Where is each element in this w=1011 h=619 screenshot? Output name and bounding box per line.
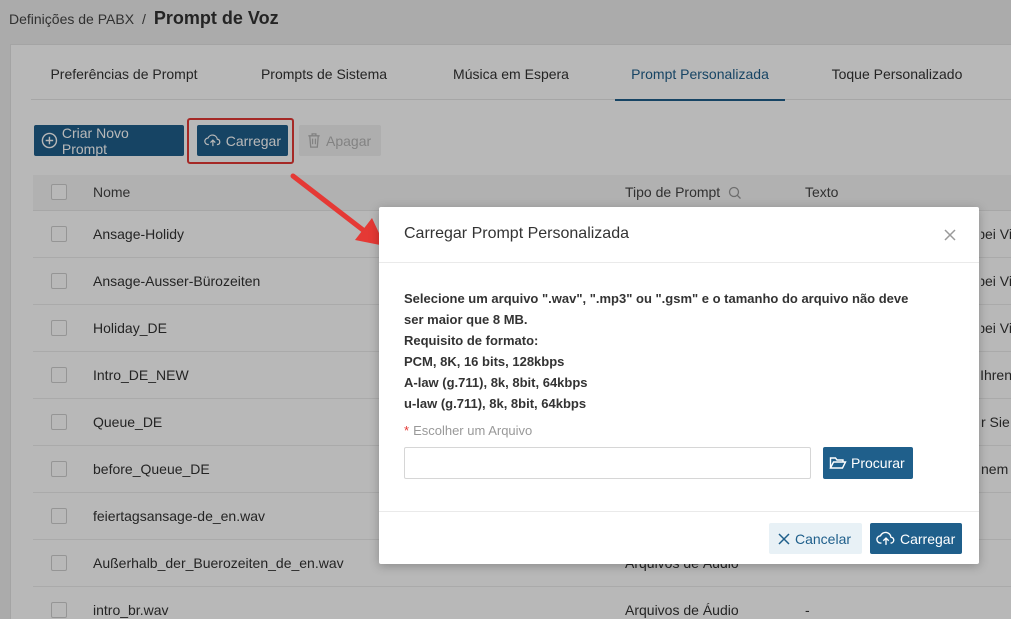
close-icon[interactable]	[942, 227, 958, 243]
file-path-input[interactable]	[404, 447, 811, 479]
upload-dialog: Carregar Prompt Personalizada Selecione …	[379, 207, 979, 564]
folder-open-icon	[829, 457, 847, 469]
instruction-line: PCM, 8K, 16 bits, 128kbps	[404, 354, 565, 369]
browse-label: Procurar	[851, 455, 905, 471]
cancel-label: Cancelar	[795, 530, 852, 547]
dialog-footer: Cancelar Carregar	[379, 511, 979, 564]
cloud-upload-icon	[876, 531, 895, 545]
instruction-line: u-law (g.711), 8k, 8bit, 64kbps	[404, 396, 587, 411]
file-field-label: * Escolher um Arquivo	[404, 423, 532, 438]
dialog-upload-button[interactable]: Carregar	[870, 523, 962, 554]
dialog-upload-label: Carregar	[900, 530, 956, 547]
file-field-label-text: Escolher um Arquivo	[413, 423, 533, 438]
dialog-instructions: Selecione um arquivo ".wav", ".mp3" ou "…	[404, 288, 959, 414]
instruction-line: ser maior que 8 MB.	[404, 312, 528, 327]
browse-button[interactable]: Procurar	[823, 447, 913, 479]
dialog-title: Carregar Prompt Personalizada	[404, 225, 629, 242]
close-icon	[778, 532, 790, 545]
instruction-line: Requisito de formato:	[404, 333, 539, 348]
instruction-line: Selecione um arquivo ".wav", ".mp3" ou "…	[404, 291, 909, 306]
cancel-button[interactable]: Cancelar	[769, 523, 862, 554]
required-mark: *	[404, 423, 410, 438]
instruction-line: A-law (g.711), 8k, 8bit, 64kbps	[404, 375, 588, 390]
dialog-header: Carregar Prompt Personalizada	[379, 207, 979, 263]
